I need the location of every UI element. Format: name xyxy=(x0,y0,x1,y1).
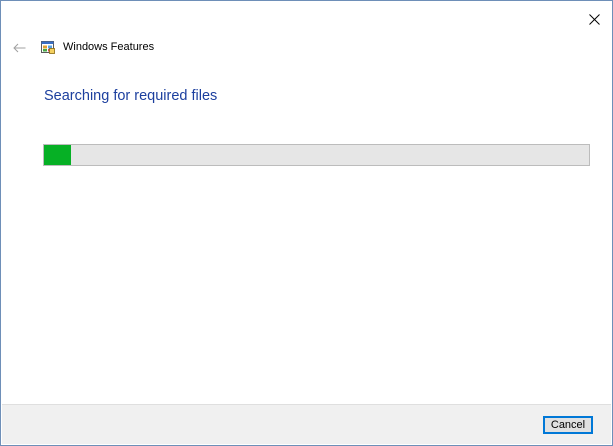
windows-features-icon xyxy=(41,41,55,54)
dialog-window: Windows Features Searching for required … xyxy=(0,0,613,446)
close-button[interactable] xyxy=(580,7,608,31)
close-icon xyxy=(588,13,600,25)
progress-bar xyxy=(43,144,590,166)
button-bar: Cancel xyxy=(2,404,611,444)
status-heading: Searching for required files xyxy=(44,88,218,104)
back-button[interactable] xyxy=(8,39,30,57)
progress-bar-fill xyxy=(44,145,72,165)
cancel-button[interactable]: Cancel xyxy=(543,416,593,434)
back-arrow-icon xyxy=(12,43,25,53)
window-title: Windows Features xyxy=(63,41,155,53)
